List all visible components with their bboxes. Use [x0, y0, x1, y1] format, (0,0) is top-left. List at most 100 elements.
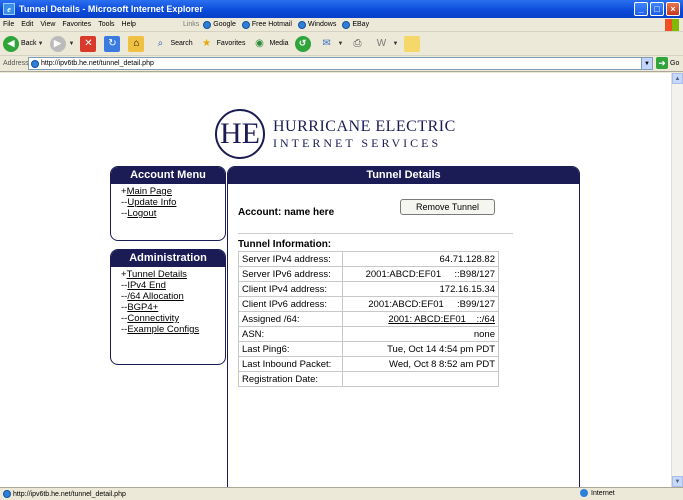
- stop-button[interactable]: ✕: [80, 35, 98, 52]
- page-viewport: HE HURRICANE ELECTRIC INTERNET SERVICES …: [0, 73, 671, 487]
- table-row: Server IPv6 address: 2001:ABCD:EF01 ::B98…: [238, 266, 499, 282]
- link-main-page[interactable]: Main Page: [127, 186, 172, 197]
- row-value: 64.71.128.82: [342, 251, 499, 267]
- star-icon: ★: [202, 38, 212, 49]
- account-menu: Account Menu +Main Page --Update Info --…: [110, 166, 226, 241]
- menu-item-bgp4: --BGP4+: [121, 302, 159, 313]
- menu-item-update-info: --Update Info: [121, 197, 177, 208]
- menu-help[interactable]: Help: [122, 21, 136, 28]
- row-key: Last Inbound Packet:: [238, 356, 343, 372]
- history-button[interactable]: ↺: [294, 35, 313, 52]
- status-text: http://ipv6tb.he.net/tunnel_detail.php: [13, 490, 126, 498]
- stop-icon: ✕: [80, 35, 97, 52]
- table-row: Assigned /64: 2001: ABCD:EF01 ::/64: [238, 311, 499, 327]
- address-input[interactable]: http://ipv6tb.he.net/tunnel_detail.php ▼: [28, 57, 653, 70]
- folder-button[interactable]: [404, 35, 422, 52]
- table-row: Last Ping6: Tue, Oct 14 4:54 pm PDT: [238, 341, 499, 357]
- search-icon: ⌕: [157, 38, 164, 49]
- chevron-down-icon: ▼: [392, 40, 399, 47]
- link-logout[interactable]: Logout: [127, 208, 156, 219]
- ie-page-icon: [31, 59, 39, 68]
- maximize-button[interactable]: □: [650, 2, 664, 16]
- menu-view[interactable]: View: [40, 21, 55, 28]
- menu-file[interactable]: File: [3, 21, 14, 28]
- he-logo: HE HURRICANE ELECTRIC INTERNET SERVICES: [215, 109, 456, 159]
- media-button[interactable]: ◉ Media: [251, 36, 288, 52]
- folder-icon: [404, 35, 421, 52]
- link-windows[interactable]: Windows: [297, 20, 336, 29]
- link-example-configs[interactable]: Example Configs: [127, 324, 199, 335]
- close-button[interactable]: ×: [666, 2, 680, 16]
- row-key: Last Ping6:: [238, 341, 343, 357]
- divider: [238, 233, 513, 234]
- tunnel-info-label: Tunnel Information:: [238, 239, 332, 250]
- address-url: http://ipv6tb.he.net/tunnel_detail.php: [41, 60, 154, 67]
- go-button[interactable]: ➜ Go: [656, 57, 679, 69]
- print-button[interactable]: ⎙: [349, 36, 367, 52]
- chevron-down-icon: ▼: [37, 40, 44, 47]
- menu-favorites[interactable]: Favorites: [62, 21, 91, 28]
- table-row: Client IPv4 address: 172.16.15.34: [238, 281, 499, 297]
- link-connectivity[interactable]: Connectivity: [127, 313, 179, 324]
- address-label: Address: [3, 60, 29, 67]
- menu-bar: File Edit View Favorites Tools Help Link…: [0, 18, 683, 32]
- tunnel-info-table: Server IPv4 address: 64.71.128.82 Server …: [238, 251, 499, 387]
- mail-icon: ✉: [322, 38, 331, 49]
- toolbar: ◀ Back ▼ ▶ ▼ ✕ ↻ ⌂ ⌕ Search ★ Favorites …: [0, 32, 683, 56]
- administration-menu: Administration +Tunnel Details --IPv4 En…: [110, 249, 226, 365]
- row-key: Registration Date:: [238, 371, 343, 387]
- row-value: Tue, Oct 14 4:54 pm PDT: [342, 341, 499, 357]
- logo-line1: HURRICANE ELECTRIC: [273, 117, 456, 135]
- favorites-button[interactable]: ★ Favorites: [199, 36, 245, 52]
- remove-tunnel-button[interactable]: Remove Tunnel: [400, 199, 495, 215]
- ie-page-icon: [342, 20, 351, 29]
- account-name: Account: name here: [238, 207, 335, 218]
- link-ipv4-end[interactable]: IPv4 End: [127, 280, 166, 291]
- ie-icon: e: [3, 3, 15, 15]
- tunnel-details-panel: Tunnel Details Account: name here Remove…: [227, 166, 580, 487]
- back-arrow-icon: ◀: [3, 35, 19, 52]
- link-free-hotmail[interactable]: Free Hotmail: [241, 20, 292, 29]
- ie-page-icon: [297, 20, 306, 29]
- row-value: 2001:ABCD:EF01 :B99/127: [342, 296, 499, 312]
- tunnel-details-title: Tunnel Details: [228, 167, 579, 184]
- menu-item-connectivity: --Connectivity: [121, 313, 180, 324]
- mail-button[interactable]: ✉ ▼: [319, 36, 343, 52]
- table-row: Registration Date:: [238, 371, 499, 387]
- logo-line2: INTERNET SERVICES: [273, 135, 442, 150]
- link-64-allocation[interactable]: /64 Allocation: [127, 291, 184, 302]
- chevron-down-icon: ▼: [68, 40, 75, 47]
- refresh-button[interactable]: ↻: [104, 35, 122, 52]
- link-ebay[interactable]: EBay: [342, 20, 369, 29]
- row-key: Client IPv4 address:: [238, 281, 343, 297]
- search-button[interactable]: ⌕ Search: [152, 36, 193, 52]
- ie-page-icon: [3, 490, 11, 498]
- links-bar: Links Google Free Hotmail Windows EBay: [183, 20, 375, 29]
- menu-item-logout: --Logout: [121, 208, 157, 219]
- table-row: Client IPv6 address: 2001:ABCD:EF01 :B99/…: [238, 296, 499, 312]
- link-tunnel-details[interactable]: Tunnel Details: [127, 269, 187, 280]
- row-key: Client IPv6 address:: [238, 296, 343, 312]
- menu-item-example-configs: --Example Configs: [121, 324, 200, 335]
- menu-tools[interactable]: Tools: [98, 21, 114, 28]
- scroll-down-icon[interactable]: ▼: [672, 476, 683, 487]
- row-value: 172.16.15.34: [342, 281, 499, 297]
- address-bar: Address http://ipv6tb.he.net/tunnel_deta…: [0, 56, 683, 72]
- home-button[interactable]: ⌂: [128, 35, 146, 52]
- minimize-button[interactable]: _: [634, 2, 648, 16]
- edit-button[interactable]: W ▼: [373, 36, 399, 52]
- row-key: Assigned /64:: [238, 311, 343, 327]
- row-value: [342, 371, 499, 387]
- link-bgp4[interactable]: BGP4+: [127, 302, 158, 313]
- link-google[interactable]: Google: [203, 20, 236, 29]
- assigned-64-link[interactable]: 2001: ABCD:EF01 ::/64: [388, 314, 495, 325]
- row-key: ASN:: [238, 326, 343, 342]
- scroll-up-icon[interactable]: ▲: [672, 73, 683, 84]
- chevron-down-icon[interactable]: ▼: [641, 58, 652, 69]
- vertical-scrollbar[interactable]: ▲ ▼: [671, 73, 683, 487]
- back-button[interactable]: ◀ Back ▼: [3, 35, 44, 52]
- link-update-info[interactable]: Update Info: [127, 197, 176, 208]
- windows-logo-icon: [665, 19, 679, 31]
- forward-button[interactable]: ▶ ▼: [49, 35, 75, 52]
- menu-edit[interactable]: Edit: [21, 21, 33, 28]
